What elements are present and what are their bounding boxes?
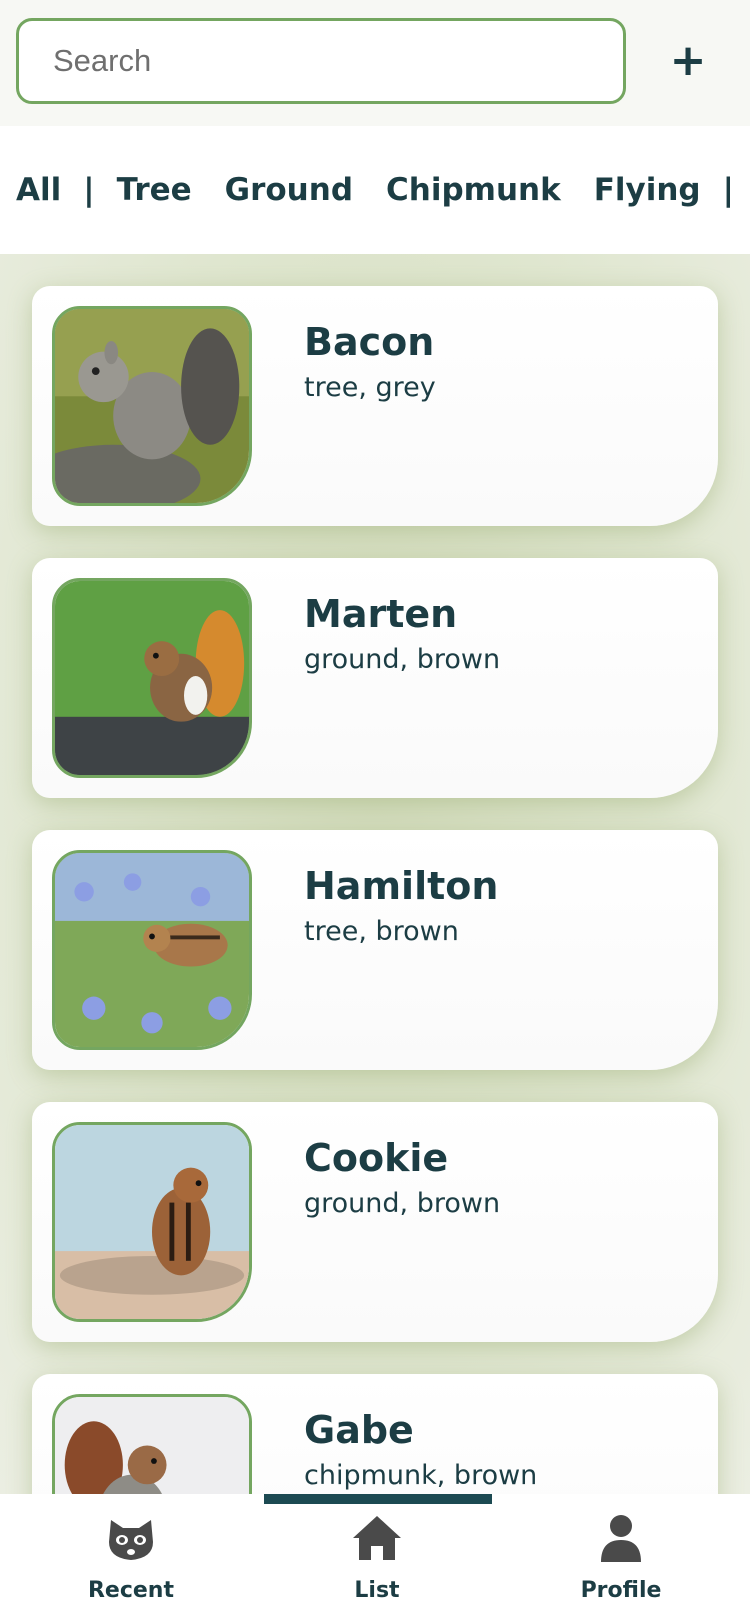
squirrel-card[interactable]: Marten ground, brown [32, 558, 718, 798]
tab-profile[interactable]: Profile [526, 1512, 716, 1616]
raccoon-icon [109, 1520, 153, 1560]
filter-all[interactable]: All [16, 172, 61, 208]
home-icon [353, 1516, 401, 1560]
filter-divider: | [722, 172, 734, 208]
squirrel-name: Gabe [304, 1408, 414, 1452]
tab-list[interactable]: List [282, 1512, 472, 1616]
filter-ground[interactable]: Ground [225, 172, 353, 208]
squirrel-desc: ground, brown [304, 1188, 501, 1219]
tab-label: Recent [87, 1578, 174, 1603]
tab-label: Profile [580, 1578, 662, 1603]
chipmunk-sand-image [55, 1125, 249, 1319]
snow-squirrel-image [55, 1397, 249, 1494]
filter-chipmunk[interactable]: Chipmunk [386, 172, 561, 208]
top-bar: + [0, 0, 750, 126]
filter-divider: | [83, 172, 95, 208]
grey-squirrel-image [55, 309, 249, 503]
squirrel-desc: chipmunk, brown [304, 1460, 538, 1491]
squirrel-desc: ground, brown [304, 644, 501, 675]
squirrel-photo [52, 850, 252, 1050]
squirrel-card[interactable]: Gabe chipmunk, brown [32, 1374, 718, 1494]
squirrel-list[interactable]: Bacon tree, grey Marten ground, brown Ha… [0, 254, 750, 1494]
add-button[interactable]: + [664, 30, 712, 90]
squirrel-card[interactable]: Bacon tree, grey [32, 286, 718, 526]
squirrel-card[interactable]: Cookie ground, brown [32, 1102, 718, 1342]
squirrel-desc: tree, brown [304, 916, 459, 947]
squirrel-name: Hamilton [304, 864, 499, 908]
squirrel-name: Marten [304, 592, 458, 636]
active-tab-indicator [264, 1494, 492, 1504]
filter-tree[interactable]: Tree [117, 172, 192, 208]
filter-flying[interactable]: Flying [594, 172, 701, 208]
brown-squirrel-image [55, 581, 249, 775]
squirrel-card[interactable]: Hamilton tree, brown [32, 830, 718, 1070]
filter-bar: All | Tree Ground Chipmunk Flying | Gr [0, 126, 750, 254]
squirrel-desc: tree, grey [304, 372, 436, 403]
squirrel-name: Bacon [304, 320, 435, 364]
squirrel-photo [52, 1122, 252, 1322]
bottom-tab-bar: Recent List Profile [0, 1494, 750, 1620]
search-input[interactable] [16, 18, 626, 104]
squirrel-photo [52, 1394, 252, 1494]
squirrel-photo [52, 306, 252, 506]
person-icon [601, 1515, 641, 1562]
squirrel-name: Cookie [304, 1136, 449, 1180]
chipmunk-flowers-image [55, 853, 249, 1047]
tab-recent[interactable]: Recent [36, 1512, 226, 1616]
tab-label: List [354, 1578, 400, 1603]
squirrel-photo [52, 578, 252, 778]
